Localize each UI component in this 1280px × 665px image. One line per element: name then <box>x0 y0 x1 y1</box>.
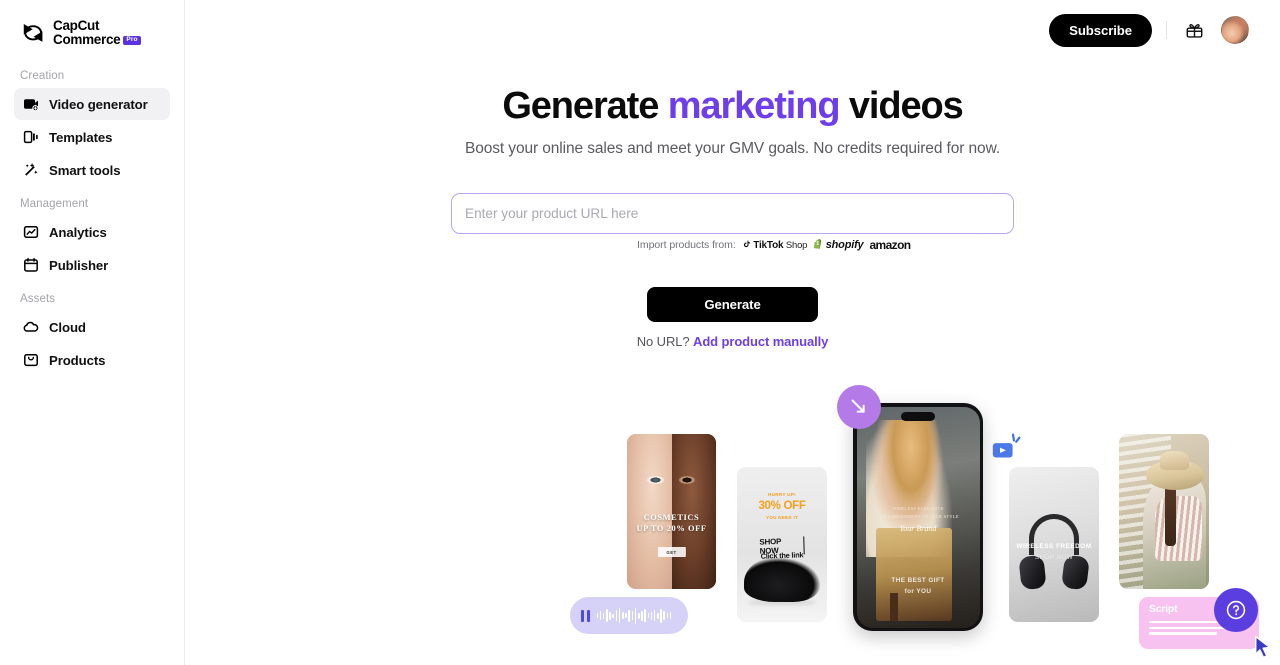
sidebar-item-publisher[interactable]: Publisher <box>14 249 170 281</box>
artwork-card-cosmetics: COSMETICS UP TO 20% OFF GET <box>627 434 716 589</box>
sidebar-item-label: Templates <box>49 129 113 145</box>
artwork-card-headphones: WIRELESS FREEDOM SHOP NOW <box>1009 467 1099 622</box>
phone-brand-text: Your Brand <box>899 523 937 533</box>
shoe-product-image <box>744 558 820 602</box>
import-label: Import products from: <box>637 239 736 251</box>
sidebar-item-label: Cloud <box>49 319 86 335</box>
add-product-manually-link[interactable]: Add product manually <box>693 334 828 349</box>
tiktok-shop-label: Shop <box>785 239 808 251</box>
sidebar-item-label: Publisher <box>49 257 109 273</box>
headline-accent: marketing <box>667 85 841 127</box>
cosmetics-eye-left <box>646 475 664 484</box>
nav-group-creation: Creation Video generator Templates Smart… <box>14 70 170 186</box>
cosmetics-cta-button: GET <box>657 547 686 558</box>
app-logo[interactable]: CapCut Commerce Pro <box>14 0 170 52</box>
phone-chair-leg <box>889 593 898 621</box>
product-url-input[interactable] <box>451 193 1014 234</box>
cosmetics-line-1: COSMETICS <box>643 512 700 522</box>
sidebar: CapCut Commerce Pro Creation Video gener… <box>0 0 185 665</box>
source-shopify[interactable]: shopify <box>813 236 864 254</box>
headline-part-2: videos <box>839 85 964 127</box>
nav-group-label-assets: Assets <box>20 293 56 305</box>
sidebar-item-smart-tools[interactable]: Smart tools <box>14 154 170 186</box>
tiktok-label: TikTok <box>753 239 784 251</box>
source-tiktok-shop[interactable]: TikTok Shop <box>742 236 808 254</box>
logo-line-2: Commerce <box>53 32 121 47</box>
nav-group-management: Management Analytics Publisher <box>14 198 170 281</box>
phone-bottom-line-1: THE BEST GIFT <box>891 576 945 584</box>
tiktok-icon <box>742 236 751 254</box>
main-content: Subscribe Generate marketing videos Boos… <box>185 0 1280 665</box>
cloud-icon <box>23 319 39 335</box>
cosmetics-eye-right <box>678 475 695 484</box>
smart-tools-icon <box>23 162 39 178</box>
manual-entry-row: No URL? Add product manually <box>185 334 1280 349</box>
sidebar-item-video-generator[interactable]: Video generator <box>14 88 170 120</box>
import-sources-row: Import products from: TikTok Shop shopif… <box>637 236 911 254</box>
cursor-pointer-icon <box>1253 635 1273 664</box>
nav-group-label-management: Management <box>20 198 89 210</box>
fashion-striped-top <box>1155 496 1202 562</box>
page-title: Generate marketing videos <box>185 85 1280 127</box>
artwork-card-fashion <box>1119 434 1209 589</box>
amazon-smile-icon <box>870 249 909 254</box>
sidebar-item-products[interactable]: Products <box>14 344 170 376</box>
play-video-icon <box>991 432 1027 470</box>
video-generator-icon <box>23 96 39 112</box>
page-subtitle: Boost your online sales and meet your GM… <box>464 140 1001 158</box>
source-amazon[interactable]: amazon <box>869 238 911 254</box>
capcut-logo-icon <box>20 21 46 45</box>
phone-bottom-line-2: for YOU <box>904 587 932 595</box>
audio-waveform-pill <box>570 597 688 634</box>
phone-line-1: TIMELESS ELEGANCE <box>891 505 945 511</box>
shopify-label: shopify <box>825 239 864 251</box>
cosmetics-text: COSMETICS UP TO 20% OFF <box>627 512 716 535</box>
generate-button-row: Generate <box>185 287 1280 322</box>
hero-artwork: COSMETICS UP TO 20% OFF GET HURRY UP! 30… <box>185 375 1280 665</box>
artwork-phone-mockup: TIMELESS ELEGANCE THE EMBODIMENT OF TRUE… <box>853 403 983 631</box>
products-icon <box>23 352 39 368</box>
shoe-discount-text: 30% OFF <box>758 500 806 513</box>
shopify-icon <box>813 236 823 254</box>
generate-button[interactable]: Generate <box>647 287 818 322</box>
headphones-cta: SHOP NOW <box>1034 553 1074 561</box>
cosmetics-line-2: UP TO 20% OFF <box>636 523 707 533</box>
phone-chair <box>876 528 953 621</box>
analytics-icon <box>23 224 39 240</box>
resize-arrow-icon <box>837 385 881 429</box>
sidebar-item-label: Video generator <box>49 96 148 112</box>
nav-group-assets: Assets Cloud Products <box>14 293 170 376</box>
publisher-icon <box>23 257 39 273</box>
sidebar-item-label: Smart tools <box>49 162 121 178</box>
sidebar-item-label: Products <box>49 352 106 368</box>
help-circle-icon[interactable] <box>1214 588 1258 632</box>
nav-group-label-creation: Creation <box>20 70 65 82</box>
headline-part-1: Generate <box>502 85 668 127</box>
artwork-card-shoe-sale: HURRY UP! 30% OFF YOU NEED IT SHOP NOW C… <box>737 467 827 622</box>
phone-screen: TIMELESS ELEGANCE THE EMBODIMENT OF TRUE… <box>856 406 980 628</box>
phone-line-2: THE EMBODIMENT OF TRUE STYLE <box>877 513 959 519</box>
hero-section: Generate marketing videos Boost your onl… <box>185 0 1280 158</box>
phone-notch <box>901 411 935 421</box>
shoe-need-text: YOU NEED IT <box>765 515 799 521</box>
sidebar-item-label: Analytics <box>49 224 107 240</box>
sidebar-item-cloud[interactable]: Cloud <box>14 311 170 343</box>
pro-badge: Pro <box>123 36 141 46</box>
logo-text: CapCut Commerce Pro <box>53 19 141 47</box>
sidebar-item-templates[interactable]: Templates <box>14 121 170 153</box>
shoe-hurry-text: HURRY UP! <box>768 491 796 497</box>
url-input-row <box>185 193 1280 234</box>
app-root: CapCut Commerce Pro Creation Video gener… <box>0 0 1280 665</box>
sidebar-item-analytics[interactable]: Analytics <box>14 216 170 248</box>
no-url-text: No URL? <box>636 334 690 349</box>
audio-waveform <box>596 607 672 624</box>
fashion-hat-crown <box>1160 451 1190 470</box>
templates-icon <box>23 129 39 145</box>
logo-line-1: CapCut <box>53 18 100 34</box>
headphones-title: WIRELESS FREEDOM <box>1016 542 1092 550</box>
pause-icon <box>581 609 590 622</box>
